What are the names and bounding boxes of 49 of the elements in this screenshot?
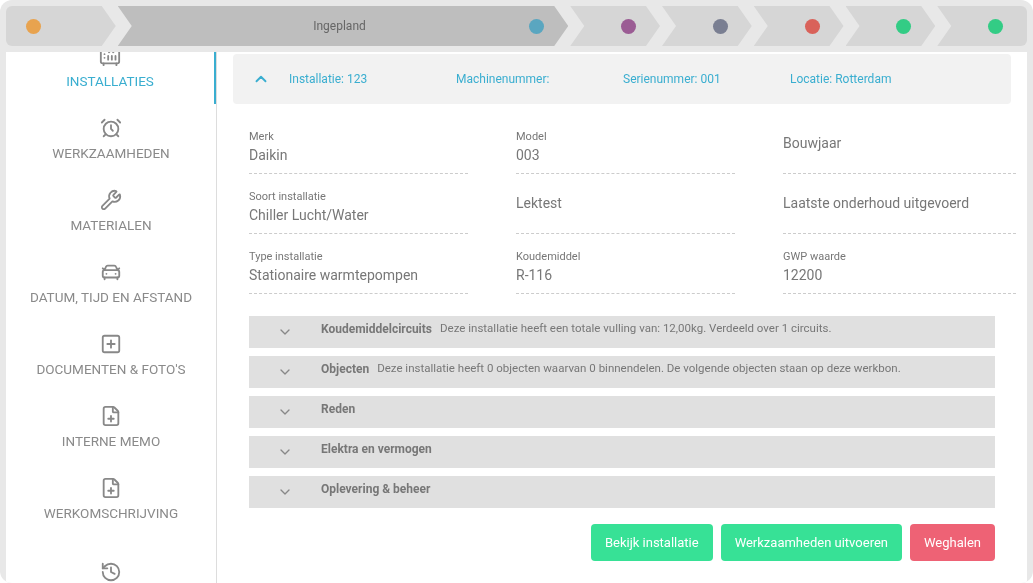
field-value: Daikin xyxy=(249,146,289,166)
field-value: 003 xyxy=(516,146,541,166)
alarm-clock-icon xyxy=(100,116,122,139)
section-title: Koudemiddelcircuits xyxy=(321,321,433,338)
status-step[interactable] xyxy=(6,6,116,46)
summary-text: Serienummer: 001 xyxy=(623,71,722,88)
history-icon xyxy=(100,561,122,583)
field-value: Chiller Lucht/Water xyxy=(249,206,370,226)
sidebar-item[interactable]: MATERIALEN xyxy=(6,176,216,248)
field-label: Type installatie xyxy=(249,248,324,265)
file-plus-icon xyxy=(100,404,122,427)
accordion-section[interactable]: Elektra en vermogen xyxy=(249,436,995,468)
field-label: Koudemiddel xyxy=(516,248,582,265)
action-button[interactable]: Weghalen xyxy=(910,524,995,561)
field-label: Soort installatie xyxy=(249,188,327,205)
field-value: Lektest xyxy=(516,194,563,213)
field-value: R-116 xyxy=(516,266,554,286)
plus-square-icon xyxy=(100,332,122,355)
summary-text: Locatie: Rotterdam xyxy=(790,71,893,88)
summary-text: Machinenummer: xyxy=(456,71,551,88)
status-step[interactable] xyxy=(937,6,1027,46)
accordion-section[interactable]: Oplevering & beheer xyxy=(249,476,995,508)
status-label: Ingepland xyxy=(312,18,367,35)
field-label: Merk xyxy=(249,128,275,145)
field-value: Laatste onderhoud uitgevoerd xyxy=(783,194,971,213)
sidebar-item[interactable]: DATUM, TIJD EN AFSTAND xyxy=(6,248,216,320)
field-value: Stationaire warmtepompen xyxy=(249,266,420,286)
sidebar-item[interactable]: WERKOMSCHRIJVING xyxy=(6,464,216,536)
field-label: Model xyxy=(516,128,548,145)
section-title: Reden xyxy=(321,401,356,418)
wrench-icon xyxy=(100,188,122,211)
accordion-section[interactable]: Objecten Deze installatie heeft 0 objecten waarvan 0 binnendelen. De volgende objecten staan op deze werkbon. xyxy=(249,356,995,388)
file-plus-icon xyxy=(100,476,122,499)
sidebar-item[interactable]: INSTALLATIES xyxy=(6,52,216,104)
accordion-section[interactable]: Reden xyxy=(249,396,995,428)
status-step[interactable]: Ingepland xyxy=(117,6,569,46)
accordion-section[interactable]: Koudemiddelcircuits Deze installatie heeft een totale vulling van: 12,00kg. Verdeeld over 1 circuits. xyxy=(249,316,995,348)
sidebar-item[interactable]: INTERNE MEMO xyxy=(6,392,216,464)
section-title: Oplevering & beheer xyxy=(321,481,431,498)
section-description: Deze installatie heeft een totale vulling van: 12,00kg. Verdeeld over 1 circuits. xyxy=(440,320,832,337)
section-description: Deze installatie heeft 0 objecten waarvan 0 binnendelen. De volgende objecten staan op deze werkbon. xyxy=(377,360,901,377)
field-value: Bouwjaar xyxy=(783,134,843,153)
sidebar-item[interactable]: WERKZAAMHEDEN xyxy=(6,104,216,176)
field-value: 12200 xyxy=(783,266,824,286)
field-label: GWP waarde xyxy=(783,248,847,265)
section-title: Objecten xyxy=(321,361,370,378)
section-title: Elektra en vermogen xyxy=(321,441,432,458)
sidebar-item[interactable]: DOCUMENTEN & FOTO'S xyxy=(6,320,216,392)
summary-text: Installatie: 123 xyxy=(289,71,369,88)
